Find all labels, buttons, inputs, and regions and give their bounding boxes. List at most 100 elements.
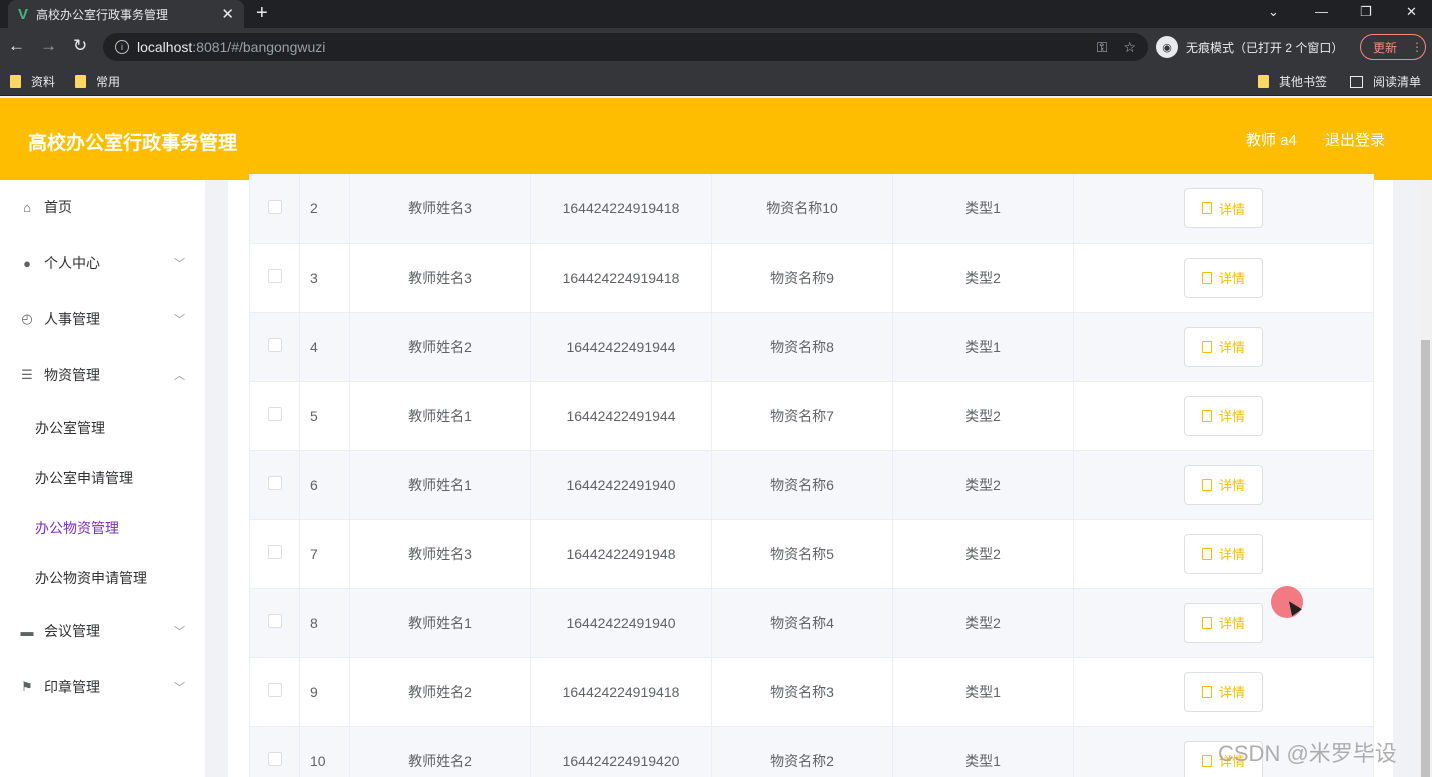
number-cell: 164424224919420	[530, 726, 712, 777]
detail-button[interactable]: 详情	[1184, 395, 1263, 436]
browser-tab[interactable]: V 高校办公室行政事务管理 ✕	[8, 0, 244, 28]
type-cell: 类型2	[892, 381, 1074, 451]
reload-icon[interactable]: ↻	[73, 36, 87, 56]
teacher-name-cell: 教师姓名3	[349, 519, 531, 589]
chevron-down-icon: ﹀	[174, 314, 185, 326]
update-button[interactable]: 更新 ⋮	[1360, 34, 1426, 60]
sidebar-item-label: 人事管理	[44, 311, 100, 327]
restore-icon[interactable]: ❐	[1360, 4, 1372, 20]
watermark: CSDN @米罗毕设	[1218, 741, 1397, 766]
detail-button[interactable]: 详情	[1184, 671, 1263, 712]
detail-button[interactable]: 详情	[1184, 257, 1263, 298]
detail-button[interactable]: 详情	[1184, 326, 1263, 367]
sidebar-subitem-supplies-apply[interactable]: 办公物资申请管理	[0, 558, 205, 598]
sidebar-item-meeting[interactable]: ▬ 会议管理 ﹀	[0, 611, 205, 651]
checkbox-cell	[249, 381, 300, 451]
item-name-cell: 物资名称2	[711, 726, 893, 777]
bookmark-label: 资料	[31, 75, 56, 89]
item-name-cell: 物资名称9	[711, 243, 893, 313]
detail-button[interactable]: 详情	[1184, 602, 1263, 643]
scrollbar-thumb[interactable]	[1421, 340, 1430, 777]
incognito-indicator[interactable]: ◉ 无痕模式（已打开 2 个窗口）	[1156, 35, 1343, 59]
type-cell: 类型2	[892, 243, 1074, 313]
tab-close-icon[interactable]: ✕	[221, 5, 234, 23]
action-cell: 详情	[1073, 312, 1374, 382]
chevron-up-icon: ︿	[174, 370, 185, 382]
type-cell: 类型1	[892, 174, 1074, 244]
row-checkbox[interactable]	[267, 407, 282, 421]
forward-icon[interactable]: →	[40, 36, 57, 56]
row-checkbox[interactable]	[267, 545, 282, 559]
current-user: 教师 a4	[1246, 132, 1297, 149]
table-row: 10 教师姓名2 164424224919420 物资名称2 类型1 详情	[249, 726, 1374, 777]
row-checkbox[interactable]	[267, 614, 282, 628]
detail-label: 详情	[1218, 685, 1245, 700]
other-bookmarks[interactable]: 其他书签	[1258, 73, 1327, 90]
index-cell: 3	[299, 243, 350, 313]
logout-link[interactable]: 退出登录	[1325, 129, 1385, 150]
sidebar-item-home[interactable]: ⌂ 首页	[0, 187, 205, 227]
teacher-name-cell: 教师姓名2	[349, 312, 531, 382]
key-icon[interactable]: ⚿	[1097, 39, 1108, 56]
detail-label: 详情	[1218, 340, 1245, 355]
bookmark-star-icon[interactable]: ☆	[1123, 39, 1136, 56]
action-cell: 详情	[1073, 450, 1374, 520]
sidebar-subitem-label: 办公室管理	[35, 420, 105, 436]
number-cell: 16442422491944	[530, 312, 712, 382]
table-row: 3 教师姓名3 164424224919418 物资名称9 类型2 详情	[249, 243, 1374, 313]
detail-button[interactable]: 详情	[1184, 464, 1263, 505]
dashboard-icon: ◴	[21, 311, 33, 326]
number-cell: 16442422491944	[530, 381, 712, 451]
folder-icon	[10, 75, 21, 88]
sidebar-item-materials[interactable]: ☰ 物资管理 ︿	[0, 355, 205, 395]
document-icon	[1201, 340, 1212, 353]
detail-label: 详情	[1218, 547, 1245, 562]
row-checkbox[interactable]	[267, 752, 282, 766]
table-row: 7 教师姓名3 16442422491948 物资名称5 类型2 详情	[249, 519, 1374, 589]
window-close-icon[interactable]: ✕	[1406, 4, 1417, 20]
detail-label: 详情	[1218, 616, 1245, 631]
teacher-name-cell: 教师姓名3	[349, 243, 531, 313]
table-row: 8 教师姓名1 16442422491940 物资名称4 类型2 详情	[249, 588, 1374, 658]
row-checkbox[interactable]	[267, 199, 282, 214]
index-cell: 8	[299, 588, 350, 658]
sidebar-item-personal[interactable]: ● 个人中心 ﹀	[0, 243, 205, 283]
checkbox-cell	[249, 657, 300, 727]
row-checkbox[interactable]	[267, 683, 282, 697]
bookmark-folder[interactable]: 常用	[75, 73, 120, 90]
app-header: 高校办公室行政事务管理 教师 a4 退出登录	[0, 98, 1432, 180]
chevron-down-icon: ﹀	[174, 626, 185, 638]
update-label: 更新	[1373, 40, 1398, 55]
back-icon[interactable]: ←	[8, 36, 25, 56]
sidebar-item-seal[interactable]: ⚑ 印章管理 ﹀	[0, 667, 205, 707]
sidebar: ⌂ 首页 ● 个人中心 ﹀ ◴ 人事管理 ﹀ ☰ 物资管理 ︿ 办公室管理 办公…	[0, 180, 205, 777]
sidebar-subitem-office[interactable]: 办公室管理	[0, 408, 205, 448]
new-tab-icon[interactable]: +	[256, 2, 268, 25]
detail-button[interactable]: 详情	[1184, 188, 1263, 229]
row-checkbox[interactable]	[267, 476, 282, 490]
type-cell: 类型2	[892, 588, 1074, 658]
row-checkbox[interactable]	[267, 338, 282, 352]
index-cell: 9	[299, 657, 350, 727]
tab-search-icon[interactable]: ⌄	[1268, 4, 1279, 20]
checkbox-cell	[249, 450, 300, 520]
row-checkbox[interactable]	[267, 269, 282, 283]
teacher-name-cell: 教师姓名2	[349, 726, 531, 777]
number-cell: 164424224919418	[530, 657, 712, 727]
checkbox-cell	[249, 519, 300, 589]
sidebar-item-hr[interactable]: ◴ 人事管理 ﹀	[0, 299, 205, 339]
minimize-icon[interactable]: —	[1315, 4, 1328, 19]
bookmark-folder[interactable]: 资料	[10, 73, 55, 90]
site-info-icon[interactable]: i	[115, 40, 129, 54]
sidebar-subitem-label: 办公物资管理	[35, 520, 119, 536]
browser-tab-strip: V 高校办公室行政事务管理 ✕ + ⌄ — ❐ ✕	[0, 0, 1432, 28]
detail-button[interactable]: 详情	[1184, 533, 1263, 574]
sidebar-subitem-office-apply[interactable]: 办公室申请管理	[0, 458, 205, 498]
list-icon: ☰	[21, 367, 33, 382]
supplies-table: 2 教师姓名3 164424224919418 物资名称10 类型1 详情 3 教师姓名3 16…	[249, 174, 1374, 777]
item-name-cell: 物资名称3	[711, 657, 893, 727]
url-bar[interactable]: i localhost :8081/#/bangongwuzi ⚿ ☆	[103, 33, 1148, 61]
reading-list[interactable]: 阅读清单	[1350, 73, 1421, 90]
sidebar-subitem-office-supplies[interactable]: 办公物资管理	[0, 508, 205, 548]
item-name-cell: 物资名称6	[711, 450, 893, 520]
